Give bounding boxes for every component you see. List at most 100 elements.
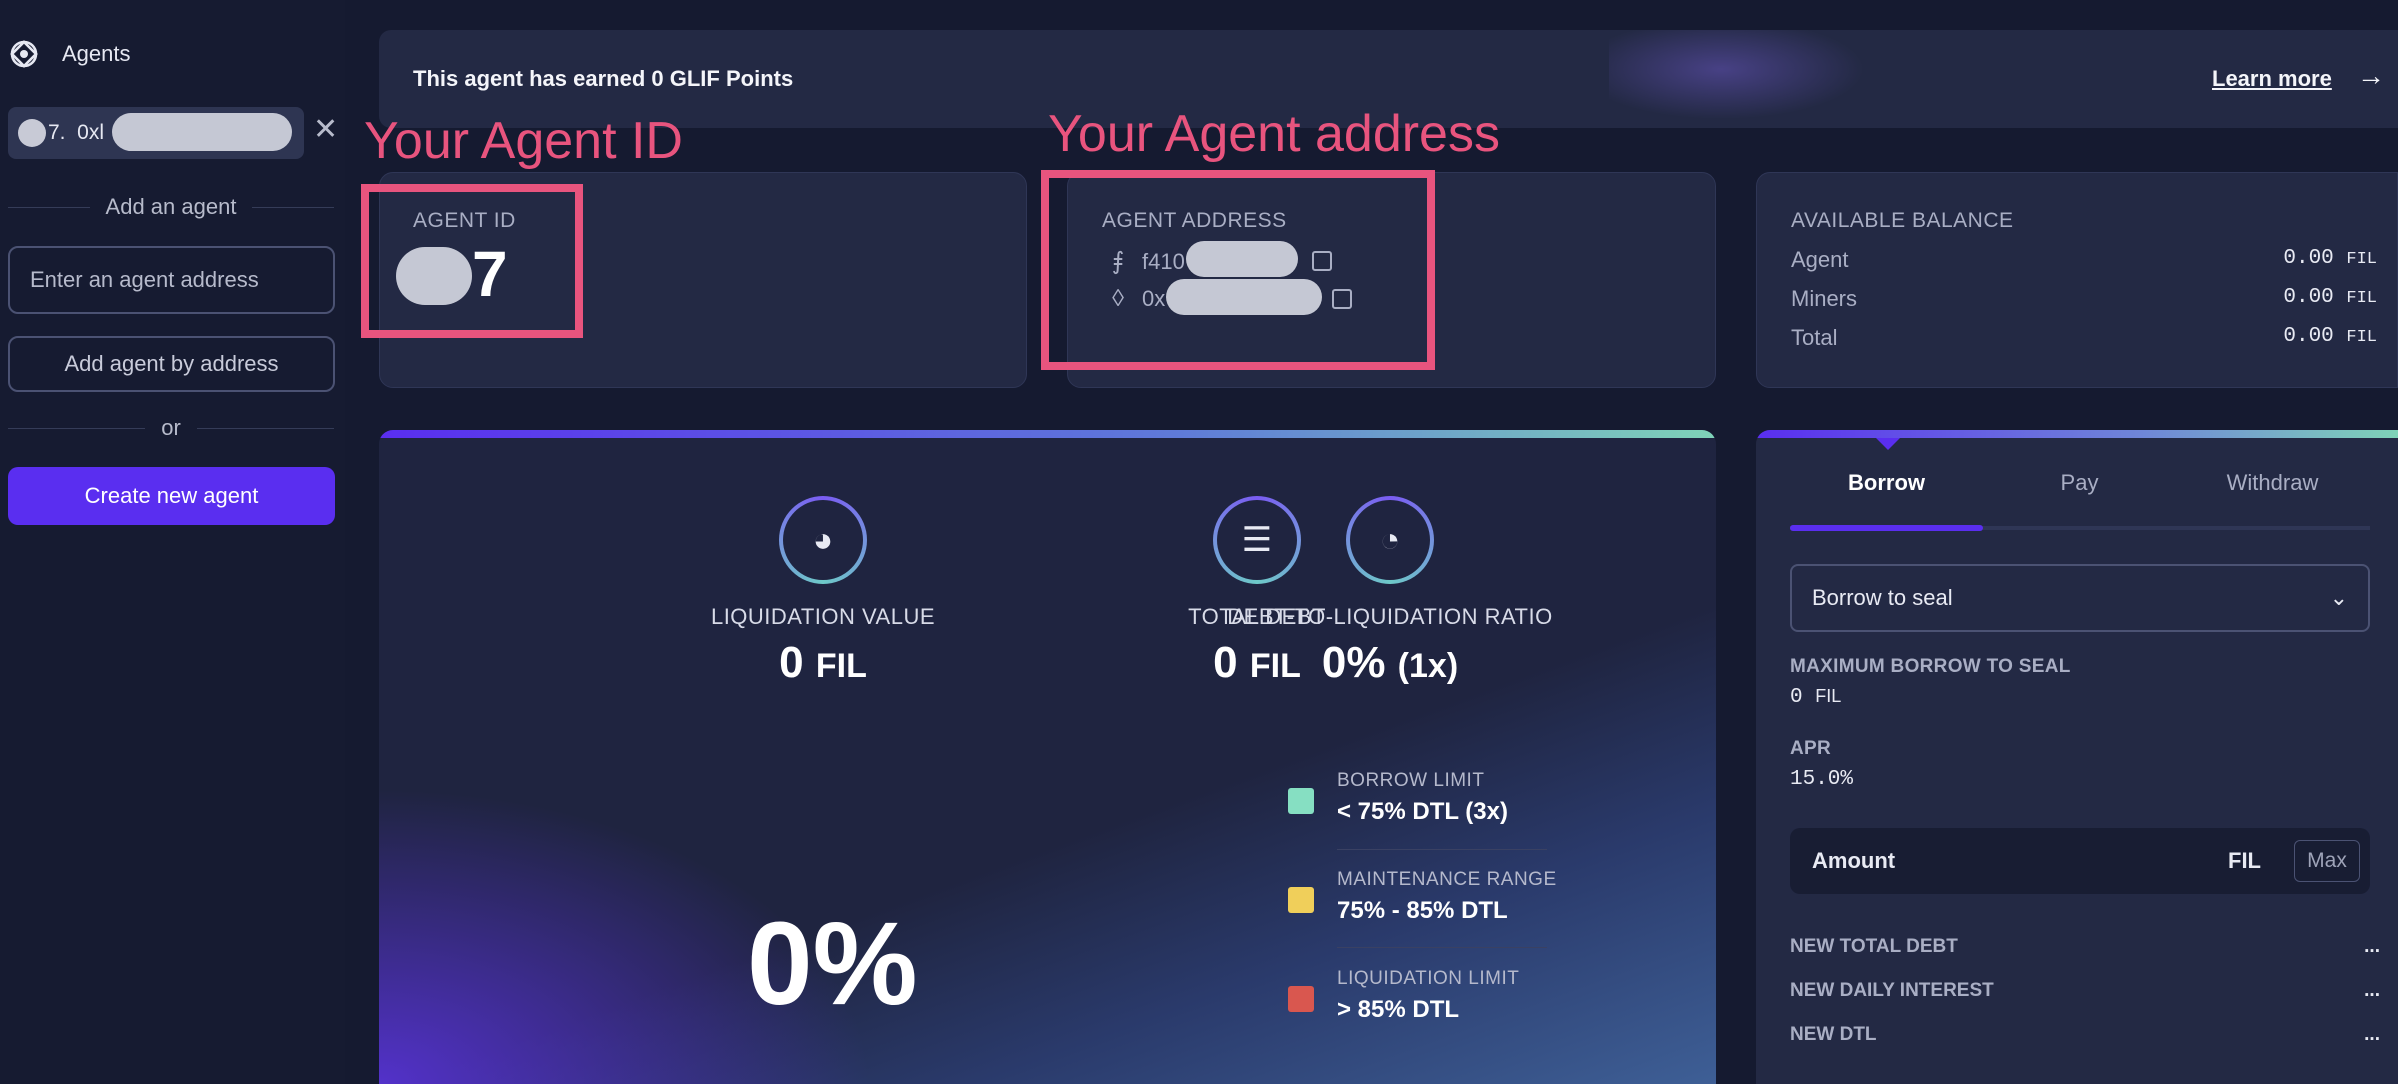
balance-unit: FIL bbox=[2346, 328, 2377, 347]
summary-label: NEW TOTAL DEBT bbox=[1790, 936, 1958, 957]
gauge-icon: ◔ bbox=[1350, 500, 1430, 580]
or-divider: or bbox=[8, 415, 334, 441]
stats-gradient-bar bbox=[379, 430, 1716, 438]
legend-swatch bbox=[1288, 986, 1314, 1012]
balance-row-name: Agent bbox=[1791, 247, 1849, 272]
agent-avatar bbox=[18, 119, 46, 147]
annotation-agent-address-box bbox=[1041, 170, 1435, 370]
add-agent-by-address-button[interactable]: Add agent by address bbox=[8, 336, 335, 392]
summary-value: ... bbox=[2364, 936, 2380, 957]
legend-name: MAINTENANCE RANGE bbox=[1337, 869, 1557, 890]
arrow-right-icon[interactable]: → bbox=[2357, 60, 2385, 92]
dtl-ratio-value: 0% (1x) bbox=[1220, 638, 1560, 688]
coins-icon: ◕ bbox=[783, 500, 863, 580]
tab-pay[interactable]: Pay bbox=[1983, 470, 2176, 496]
legend-divider bbox=[1337, 849, 1547, 850]
liquidation-value-label: LIQUIDATION VALUE bbox=[710, 604, 936, 629]
dtl-multiplier: (1x) bbox=[1397, 647, 1459, 685]
borrow-type-select[interactable]: Borrow to seal ⌄ bbox=[1790, 564, 2370, 632]
balance-row-value: 0.00 FIL bbox=[2283, 286, 2377, 312]
legend-name: BORROW LIMIT bbox=[1337, 770, 1485, 791]
active-tab-notch bbox=[1876, 438, 1900, 450]
redacted-address bbox=[112, 113, 292, 151]
legend-name: LIQUIDATION LIMIT bbox=[1337, 968, 1520, 989]
legend-swatch bbox=[1288, 788, 1314, 814]
balance-amount: 0.00 bbox=[2283, 286, 2334, 309]
balance-row-name: Total bbox=[1791, 325, 1838, 350]
apr-label: APR bbox=[1790, 738, 1832, 759]
dtl-ratio-label: DEBT-TO-LIQUIDATION RATIO bbox=[1227, 604, 1553, 629]
annotation-agent-id-text: Your Agent ID bbox=[364, 112, 683, 170]
borrow-action-panel: Borrow Pay Withdraw Borrow to seal ⌄ MAX… bbox=[1756, 430, 2398, 1084]
divider-line-right bbox=[252, 206, 334, 208]
amount-field[interactable]: Amount FIL Max bbox=[1790, 828, 2370, 894]
summary-value: ... bbox=[2364, 980, 2380, 1001]
liquidation-value-stat: ◕ LIQUIDATION VALUE 0 FIL bbox=[653, 496, 993, 688]
learn-more-link[interactable]: Learn more bbox=[2212, 66, 2332, 92]
divider-line-left bbox=[8, 206, 90, 208]
liquidation-value: 0 FIL bbox=[653, 638, 993, 688]
balance-unit: FIL bbox=[2346, 289, 2377, 308]
amount-unit: FIL bbox=[2228, 848, 2261, 873]
create-new-agent-button[interactable]: Create new agent bbox=[8, 467, 335, 525]
add-agent-divider: Add an agent bbox=[8, 194, 334, 220]
borrow-type-value: Borrow to seal bbox=[1812, 585, 1953, 610]
balance-amount: 0.00 bbox=[2283, 325, 2334, 348]
balance-amount: 0.00 bbox=[2283, 247, 2334, 270]
balance-row-miners: Miners 0.00 FIL bbox=[1791, 286, 2377, 312]
annotation-agent-address-text: Your Agent address bbox=[1048, 105, 1500, 163]
summary-new-dtl: NEW DTL ... bbox=[1790, 1024, 2380, 1046]
remove-agent-close-icon[interactable]: ✕ bbox=[313, 115, 338, 145]
available-balance-label: AVAILABLE BALANCE bbox=[1791, 209, 2014, 232]
selected-agent-chip[interactable]: 7. 0xl bbox=[8, 107, 304, 159]
action-gradient-bar bbox=[1756, 430, 2398, 438]
summary-label: NEW DTL bbox=[1790, 1024, 1877, 1045]
sidebar-title: Agents bbox=[62, 41, 131, 66]
divider-line-left bbox=[8, 427, 146, 429]
balance-unit: FIL bbox=[2346, 250, 2377, 269]
sidebar-header: Agents bbox=[8, 38, 131, 70]
liquidation-unit: FIL bbox=[815, 647, 867, 685]
legend-swatch bbox=[1288, 887, 1314, 913]
apr-value: 15.0% bbox=[1790, 768, 1854, 791]
balance-row-agent: Agent 0.00 FIL bbox=[1791, 247, 2377, 273]
add-agent-label: Add an agent bbox=[105, 194, 237, 219]
legend-value: > 85% DTL bbox=[1337, 996, 1460, 1023]
available-balance-card: AVAILABLE BALANCE Agent 0.00 FIL Miners … bbox=[1756, 172, 2398, 388]
liquidation-icon-ring: ◕ bbox=[779, 496, 867, 584]
legend-value: < 75% DTL (3x) bbox=[1337, 798, 1508, 825]
active-tab-indicator bbox=[1790, 525, 1983, 531]
agent-stats-panel: ◕ LIQUIDATION VALUE 0 FIL ☰ TOTAL DEBT 0… bbox=[379, 430, 1716, 1084]
max-borrow-value: 0 FIL bbox=[1790, 686, 1841, 709]
legend-divider bbox=[1337, 947, 1547, 948]
summary-new-daily-interest: NEW DAILY INTEREST ... bbox=[1790, 980, 2380, 1002]
legend-value: 75% - 85% DTL bbox=[1337, 897, 1508, 924]
glif-logo-icon bbox=[10, 40, 38, 68]
balance-row-value: 0.00 FIL bbox=[2283, 325, 2377, 351]
summary-value: ... bbox=[2364, 1024, 2380, 1045]
liquidation-amount: 0 bbox=[779, 638, 804, 687]
divider-line-right bbox=[196, 427, 334, 429]
dtl-ratio-stat: ◔ DEBT-TO-LIQUIDATION RATIO 0% (1x) bbox=[1220, 496, 1560, 688]
points-message: This agent has earned 0 GLIF Points bbox=[413, 66, 794, 91]
chevron-down-icon: ⌄ bbox=[2329, 585, 2348, 610]
agent-chip-label: 7. 0xl bbox=[48, 121, 105, 144]
max-borrow-amount: 0 bbox=[1790, 686, 1803, 709]
max-borrow-unit: FIL bbox=[1815, 686, 1842, 706]
summary-new-total-debt: NEW TOTAL DEBT ... bbox=[1790, 936, 2380, 958]
annotation-agent-id-box bbox=[361, 184, 583, 338]
dtl-gauge-percent: 0% bbox=[747, 898, 918, 1030]
tab-borrow[interactable]: Borrow bbox=[1790, 470, 1983, 496]
max-button[interactable]: Max bbox=[2294, 840, 2360, 882]
banner-sparkle-decoration bbox=[1609, 30, 1889, 128]
agent-address-input[interactable] bbox=[8, 246, 335, 314]
dtl-icon-ring: ◔ bbox=[1346, 496, 1434, 584]
max-borrow-label: MAXIMUM BORROW TO SEAL bbox=[1790, 656, 2071, 677]
summary-label: NEW DAILY INTEREST bbox=[1790, 980, 1994, 1001]
or-label: or bbox=[161, 415, 181, 440]
amount-label: Amount bbox=[1812, 848, 1896, 873]
tab-withdraw[interactable]: Withdraw bbox=[2176, 470, 2369, 496]
balance-row-value: 0.00 FIL bbox=[2283, 247, 2377, 273]
balance-row-total: Total 0.00 FIL bbox=[1791, 325, 2377, 351]
sidebar: Agents 7. 0xl ✕ Add an agent Add agent b… bbox=[0, 0, 345, 1084]
